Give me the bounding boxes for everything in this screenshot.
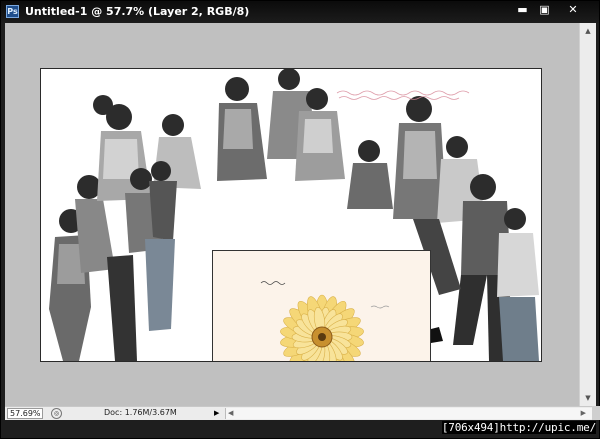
close-button[interactable]: ✕ <box>561 2 585 17</box>
scroll-left-arrow-icon[interactable]: ◀ <box>228 408 233 419</box>
zoom-level-field[interactable]: 57.69% <box>7 408 43 419</box>
flower-artwork <box>260 281 390 361</box>
scroll-right-arrow-icon[interactable]: ▶ <box>581 408 586 419</box>
status-bar: 57.69% ◎ Doc: 1.76M/3.67M ▶ ◀ ▶ <box>5 406 596 420</box>
maximize-button[interactable]: ▣ <box>535 2 554 17</box>
resize-grip[interactable] <box>592 406 600 420</box>
status-menu-arrow-icon[interactable]: ▶ <box>214 408 222 419</box>
flower-card-layer[interactable] <box>212 250 431 361</box>
watermark-text: [706x494]http://upic.me/ <box>441 421 596 434</box>
document-window: Ps Untitled-1 @ 57.7% (Layer 2, RGB/8) ▬… <box>0 0 600 439</box>
scroll-down-arrow-icon[interactable]: ▼ <box>580 390 596 406</box>
document-canvas[interactable] <box>40 68 542 362</box>
document-size-info: Doc: 1.76M/3.67M <box>104 408 177 417</box>
minimize-button[interactable]: ▬ <box>513 2 532 17</box>
window-title: Untitled-1 @ 57.7% (Layer 2, RGB/8) <box>25 5 250 18</box>
vertical-scrollbar[interactable]: ▲ ▼ <box>579 23 596 406</box>
photoshop-document-icon: Ps <box>6 5 19 18</box>
status-info-icon[interactable]: ◎ <box>51 408 62 419</box>
scroll-up-arrow-icon[interactable]: ▲ <box>580 23 596 39</box>
title-bar[interactable]: Ps Untitled-1 @ 57.7% (Layer 2, RGB/8) ▬… <box>1 1 599 23</box>
horizontal-scrollbar[interactable]: ◀ ▶ <box>225 408 596 419</box>
